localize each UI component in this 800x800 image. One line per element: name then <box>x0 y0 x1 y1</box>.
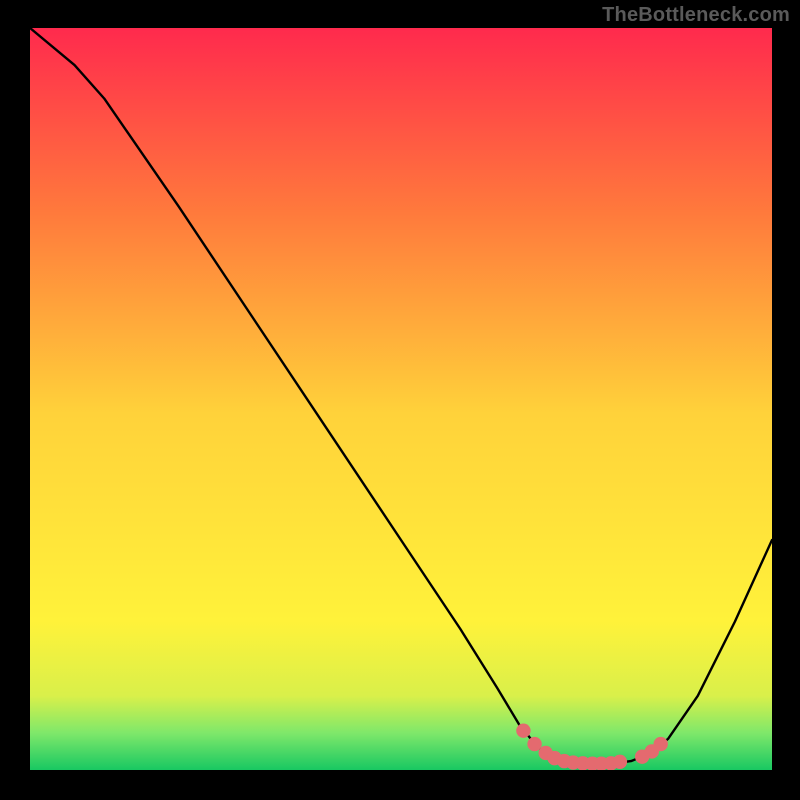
chart-svg <box>30 28 772 770</box>
curve-marker <box>516 723 530 737</box>
curve-marker <box>527 737 541 751</box>
gradient-bg <box>30 28 772 770</box>
chart-stage: TheBottleneck.com <box>0 0 800 800</box>
watermark-text: TheBottleneck.com <box>602 4 790 27</box>
plot-area <box>30 28 772 770</box>
curve-marker <box>613 755 627 769</box>
curve-marker <box>654 737 668 751</box>
